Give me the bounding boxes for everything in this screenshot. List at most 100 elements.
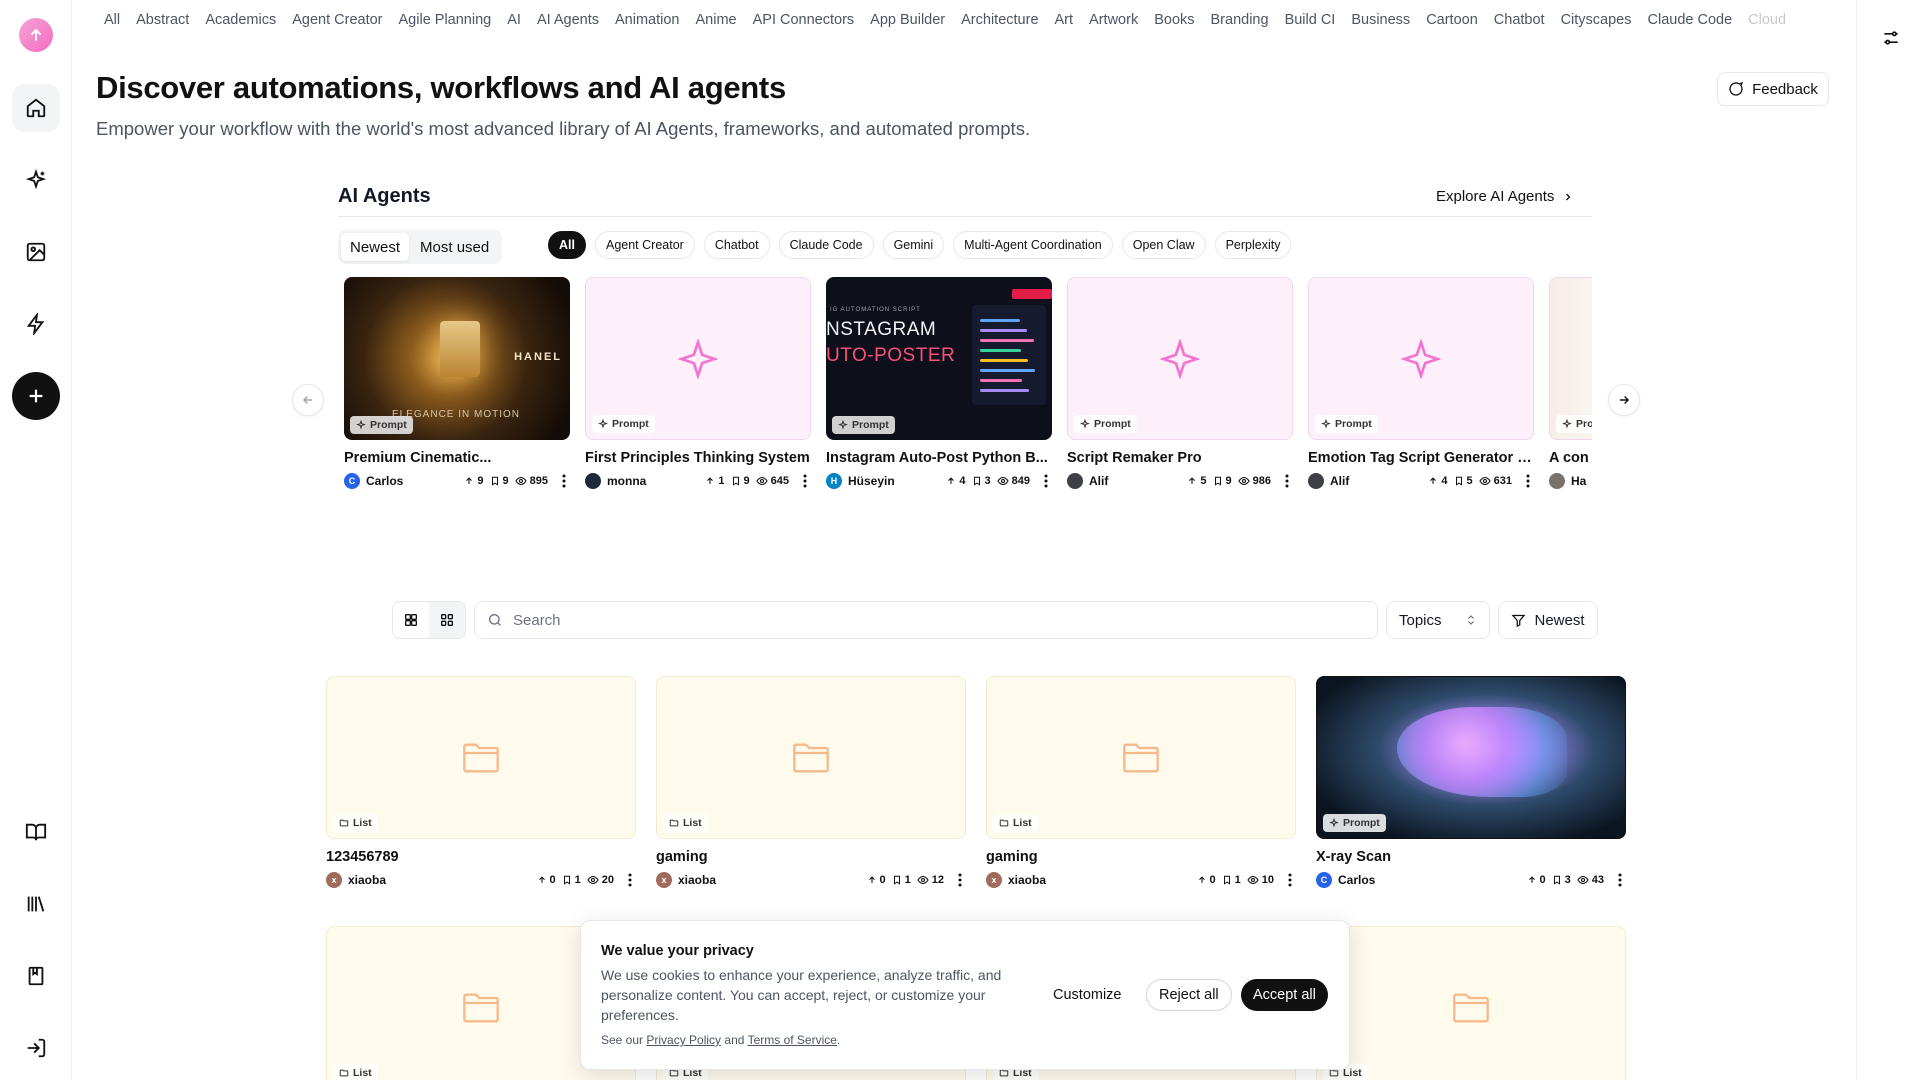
upvote-stat[interactable]: 9 bbox=[464, 475, 484, 487]
more-options-icon[interactable] bbox=[1618, 873, 1622, 887]
images-nav-button[interactable] bbox=[12, 228, 60, 276]
carousel-next-button[interactable] bbox=[1608, 384, 1640, 416]
avatar[interactable] bbox=[1549, 473, 1565, 489]
terms-of-service-link[interactable]: Terms of Service bbox=[748, 1033, 837, 1047]
agent-card[interactable]: Prompt Emotion Tag Script Generator f... A… bbox=[1308, 277, 1534, 490]
search-input[interactable] bbox=[513, 611, 1373, 629]
ai-sparkle-nav-button[interactable] bbox=[12, 156, 60, 204]
save-stat[interactable]: 9 bbox=[731, 475, 750, 487]
accept-all-button[interactable]: Accept all bbox=[1241, 979, 1328, 1011]
save-stat[interactable]: 1 bbox=[1222, 874, 1241, 886]
avatar[interactable] bbox=[1067, 473, 1083, 489]
card-title[interactable]: Emotion Tag Script Generator f... bbox=[1308, 450, 1534, 466]
topic-link[interactable]: API Connectors bbox=[753, 12, 855, 28]
author-name[interactable]: Alif bbox=[1330, 474, 1349, 488]
avatar[interactable]: x bbox=[986, 872, 1002, 888]
topic-link[interactable]: App Builder bbox=[870, 12, 945, 28]
more-options-icon[interactable] bbox=[1044, 474, 1048, 488]
docs-nav-button[interactable] bbox=[12, 808, 60, 856]
avatar[interactable] bbox=[585, 473, 601, 489]
grid-large-view-button[interactable] bbox=[393, 602, 429, 638]
more-options-icon[interactable] bbox=[562, 474, 566, 488]
filter-chip[interactable]: Multi-Agent Coordination bbox=[953, 231, 1113, 259]
topic-link[interactable]: Business bbox=[1351, 12, 1410, 28]
more-options-icon[interactable] bbox=[1285, 474, 1289, 488]
feedback-button[interactable]: Feedback bbox=[1717, 72, 1829, 106]
topic-link[interactable]: Agent Creator bbox=[292, 12, 382, 28]
topic-link[interactable]: AI Agents bbox=[537, 12, 599, 28]
topic-link[interactable]: All bbox=[104, 12, 120, 28]
card-thumbnail[interactable]: Prompt bbox=[585, 277, 811, 440]
topic-link[interactable]: Architecture bbox=[961, 12, 1038, 28]
agent-card[interactable]: Prompt Script Remaker Pro Alif 5 9 986 bbox=[1067, 277, 1293, 490]
topic-link[interactable]: Cloud bbox=[1748, 12, 1786, 28]
gallery-card-thumbnail[interactable]: List bbox=[1316, 926, 1626, 1080]
automations-nav-button[interactable] bbox=[12, 300, 60, 348]
card-title[interactable]: X-ray Scan bbox=[1316, 849, 1626, 865]
save-stat[interactable]: 5 bbox=[1454, 475, 1473, 487]
card-thumbnail[interactable]: Pro bbox=[1549, 277, 1592, 440]
gallery-card[interactable]: List gaming x xiaoba 0 1 10 bbox=[986, 676, 1296, 889]
sort-newest-option[interactable]: Newest bbox=[341, 233, 410, 261]
grid-compact-view-button[interactable] bbox=[429, 602, 465, 638]
upvote-stat[interactable]: 5 bbox=[1187, 475, 1207, 487]
topic-link[interactable]: Cityscapes bbox=[1561, 12, 1632, 28]
filter-chip[interactable]: Chatbot bbox=[703, 231, 770, 259]
topic-link[interactable]: Abstract bbox=[136, 12, 189, 28]
sort-most-used-option[interactable]: Most used bbox=[411, 233, 498, 261]
upvote-stat[interactable]: 4 bbox=[946, 475, 966, 487]
home-nav-button[interactable] bbox=[12, 84, 60, 132]
filter-chip[interactable]: Agent Creator bbox=[594, 231, 695, 259]
sort-newest-button[interactable]: Newest bbox=[1498, 601, 1598, 639]
carousel-prev-button[interactable] bbox=[292, 384, 324, 416]
topic-link[interactable]: AI bbox=[507, 12, 521, 28]
upvote-stat[interactable]: 0 bbox=[537, 874, 556, 886]
more-options-icon[interactable] bbox=[1526, 474, 1530, 488]
avatar[interactable]: x bbox=[656, 872, 672, 888]
card-thumbnail[interactable]: HANEL ELEGANCE IN MOTION Prompt bbox=[344, 277, 570, 440]
reject-all-button[interactable]: Reject all bbox=[1146, 979, 1232, 1011]
topic-link[interactable]: Agile Planning bbox=[399, 12, 492, 28]
card-thumbnail[interactable]: List bbox=[326, 676, 636, 839]
topic-link[interactable]: Artwork bbox=[1089, 12, 1138, 28]
save-stat[interactable]: 1 bbox=[892, 874, 911, 886]
topic-link[interactable]: Books bbox=[1154, 12, 1194, 28]
upvote-stat[interactable]: 1 bbox=[705, 475, 725, 487]
filter-chip[interactable]: All bbox=[548, 231, 586, 259]
save-stat[interactable]: 3 bbox=[972, 475, 991, 487]
upvote-stat[interactable]: 4 bbox=[1428, 475, 1448, 487]
card-thumbnail[interactable]: List bbox=[986, 676, 1296, 839]
logo-icon[interactable] bbox=[19, 18, 53, 52]
author-name[interactable]: xiaoba bbox=[348, 873, 386, 887]
avatar[interactable]: C bbox=[344, 473, 360, 489]
topic-link[interactable]: Branding bbox=[1211, 12, 1269, 28]
topic-link[interactable]: Anime bbox=[696, 12, 737, 28]
topic-link[interactable]: Animation bbox=[615, 12, 679, 28]
card-title[interactable]: 123456789 bbox=[326, 849, 636, 865]
card-title[interactable]: Premium Cinematic... bbox=[344, 450, 570, 466]
filter-chip[interactable]: Open Claw bbox=[1121, 231, 1206, 259]
gallery-card[interactable]: List 123456789 x xiaoba 0 1 20 bbox=[326, 676, 636, 889]
author-name[interactable]: Carlos bbox=[1338, 873, 1375, 887]
create-button[interactable] bbox=[12, 372, 60, 420]
upvote-stat[interactable]: 0 bbox=[1197, 874, 1216, 886]
author-name[interactable]: Alif bbox=[1089, 474, 1108, 488]
more-options-icon[interactable] bbox=[958, 873, 962, 887]
filter-chip[interactable]: Perplexity bbox=[1214, 231, 1292, 259]
card-thumbnail[interactable]: List bbox=[656, 676, 966, 839]
more-options-icon[interactable] bbox=[803, 474, 807, 488]
topic-link[interactable]: Academics bbox=[205, 12, 276, 28]
card-title[interactable]: Instagram Auto-Post Python B... bbox=[826, 450, 1052, 466]
card-title[interactable]: gaming bbox=[656, 849, 966, 865]
save-stat[interactable]: 3 bbox=[1552, 874, 1571, 886]
privacy-policy-link[interactable]: Privacy Policy bbox=[646, 1033, 721, 1047]
agent-card[interactable]: Pro A con Ha bbox=[1549, 277, 1592, 490]
topic-link[interactable]: Chatbot bbox=[1494, 12, 1545, 28]
agent-card[interactable]: IG AUTOMATION SCRIPT NSTAGRAM UTO-POSTER Pr… bbox=[826, 277, 1052, 490]
bookmarks-nav-button[interactable] bbox=[12, 952, 60, 1000]
save-stat[interactable]: 1 bbox=[562, 874, 581, 886]
card-title[interactable]: A con bbox=[1549, 450, 1592, 466]
avatar[interactable] bbox=[1308, 473, 1324, 489]
upvote-stat[interactable]: 0 bbox=[1527, 874, 1546, 886]
card-title[interactable]: Script Remaker Pro bbox=[1067, 450, 1293, 466]
